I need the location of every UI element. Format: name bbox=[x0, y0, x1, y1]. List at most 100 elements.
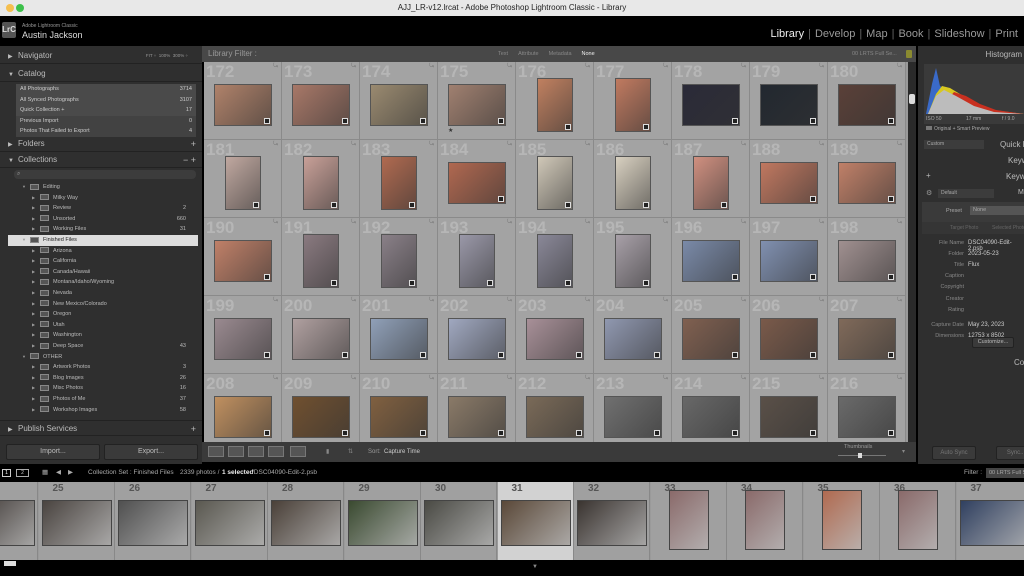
expand-triangle-icon[interactable]: ▶ bbox=[32, 330, 40, 341]
grid-cell[interactable]: 194 ⤿ bbox=[516, 218, 594, 296]
expand-triangle-icon[interactable]: ▶ bbox=[32, 299, 40, 310]
filmstrip-cell[interactable]: 35 bbox=[803, 482, 880, 560]
grid-cell[interactable]: 190 ⤿ bbox=[204, 218, 282, 296]
grid-cell[interactable]: 193 ⤿ bbox=[438, 218, 516, 296]
filmstrip-cell[interactable]: 33 bbox=[650, 482, 727, 560]
rotate-icon[interactable]: ⤿ bbox=[663, 219, 668, 226]
rotate-icon[interactable]: ⤿ bbox=[741, 297, 746, 304]
grid-cell[interactable]: 177 ⤿ bbox=[594, 62, 672, 140]
metadata-field-value[interactable]: Flux bbox=[968, 262, 979, 268]
grid-cell[interactable]: 181 ⤿ bbox=[204, 140, 282, 218]
catalog-item[interactable]: All Synced Photographs 3107 bbox=[16, 94, 196, 105]
thumbnail-size-slider[interactable] bbox=[838, 453, 886, 458]
edited-badge-icon[interactable] bbox=[420, 352, 426, 358]
grid-cell[interactable]: 203 ⤿ bbox=[516, 296, 594, 374]
grid-cell[interactable]: 208 ⤿ bbox=[204, 374, 282, 442]
edited-badge-icon[interactable] bbox=[264, 274, 270, 280]
collection-item[interactable]: ▶ Montana/Idaho/Wyoming bbox=[8, 277, 198, 288]
filmstrip-thumbnail[interactable] bbox=[500, 500, 571, 546]
edited-badge-icon[interactable] bbox=[732, 118, 738, 124]
rotate-icon[interactable]: ⤿ bbox=[585, 297, 590, 304]
metadata-settings-icon[interactable]: ⚙ bbox=[926, 189, 932, 197]
grid-cell[interactable]: 185 ⤿ bbox=[516, 140, 594, 218]
grid-cell[interactable]: 175 ⤿ ★ bbox=[438, 62, 516, 140]
grid-cell[interactable]: 206 ⤿ bbox=[750, 296, 828, 374]
rotate-icon[interactable]: ⤿ bbox=[819, 297, 824, 304]
spray-can-icon[interactable]: ▮ bbox=[326, 442, 329, 462]
rotate-icon[interactable]: ⤿ bbox=[741, 375, 746, 382]
edited-badge-icon[interactable] bbox=[654, 352, 660, 358]
grid-cell[interactable]: 212 ⤿ bbox=[516, 374, 594, 442]
rotate-icon[interactable]: ⤿ bbox=[507, 219, 512, 226]
edited-badge-icon[interactable] bbox=[498, 118, 504, 124]
expand-triangle-icon[interactable]: ▶ bbox=[32, 288, 40, 299]
filmstrip-thumbnail[interactable] bbox=[118, 500, 188, 546]
expand-triangle-icon[interactable]: ▶ bbox=[32, 277, 40, 288]
edited-badge-icon[interactable] bbox=[576, 430, 582, 436]
navigator-panel-header[interactable]: ▶ Navigator FIT ÷ 100% 300% ÷ bbox=[0, 48, 202, 64]
edited-badge-icon[interactable] bbox=[487, 280, 493, 286]
export-button[interactable]: Export... bbox=[104, 444, 198, 460]
edited-badge-icon[interactable] bbox=[643, 124, 649, 130]
catalog-item[interactable]: Photos That Failed to Export 4 bbox=[16, 126, 196, 137]
expand-triangle-icon[interactable]: ▶ bbox=[32, 224, 40, 235]
filter-option-metadata[interactable]: Metadata bbox=[549, 46, 572, 62]
lock-icon[interactable] bbox=[906, 50, 912, 58]
grid-cell[interactable]: 183 ⤿ bbox=[360, 140, 438, 218]
filmstrip-thumbnail[interactable] bbox=[347, 500, 418, 546]
grid-cell[interactable]: 176 ⤿ bbox=[516, 62, 594, 140]
rotate-icon[interactable]: ⤿ bbox=[351, 141, 356, 148]
module-develop[interactable]: Develop bbox=[815, 28, 855, 40]
filmstrip-cell[interactable]: 29 bbox=[344, 482, 421, 560]
rotate-icon[interactable]: ⤿ bbox=[819, 141, 824, 148]
grid-icon[interactable]: ▦ bbox=[42, 464, 48, 482]
metadata-panel-header[interactable]: Metadata bbox=[1018, 189, 1024, 196]
filmstrip-thumbnail[interactable] bbox=[0, 500, 35, 546]
metadata-field-value[interactable]: 2023-05-23 bbox=[968, 251, 999, 257]
grid-cell[interactable]: 173 ⤿ bbox=[282, 62, 360, 140]
toolbar-menu-icon[interactable]: ▾ bbox=[902, 442, 905, 462]
collection-item[interactable]: ▼ OTHER bbox=[8, 352, 198, 363]
module-map[interactable]: Map bbox=[866, 28, 887, 40]
edited-badge-icon[interactable] bbox=[264, 430, 270, 436]
edited-badge-icon[interactable] bbox=[420, 118, 426, 124]
collections-search-input[interactable]: ⌕ bbox=[14, 170, 196, 179]
forward-arrow-icon[interactable]: ▶ bbox=[68, 464, 73, 482]
filmstrip-thumbnail[interactable] bbox=[745, 490, 785, 550]
grid-cell[interactable]: 196 ⤿ bbox=[672, 218, 750, 296]
rotate-icon[interactable]: ⤿ bbox=[273, 141, 278, 148]
rotate-icon[interactable]: ⤿ bbox=[351, 219, 356, 226]
rotate-icon[interactable]: ⤿ bbox=[819, 375, 824, 382]
rotate-icon[interactable]: ⤿ bbox=[429, 375, 434, 382]
rotate-icon[interactable]: ⤿ bbox=[351, 297, 356, 304]
edited-badge-icon[interactable] bbox=[498, 352, 504, 358]
edited-badge-icon[interactable] bbox=[342, 430, 348, 436]
rotate-icon[interactable]: ⤿ bbox=[429, 63, 434, 70]
collection-item[interactable]: ▶ Utah bbox=[8, 320, 198, 331]
edited-badge-icon[interactable] bbox=[342, 118, 348, 124]
grid-cell[interactable]: 182 ⤿ bbox=[282, 140, 360, 218]
rotate-icon[interactable]: ⤿ bbox=[351, 63, 356, 70]
rotate-icon[interactable]: ⤿ bbox=[351, 375, 356, 382]
collection-item[interactable]: ▶ Deep Space 43 bbox=[8, 341, 198, 352]
histogram-panel-header[interactable]: Histogram bbox=[986, 50, 1022, 59]
collection-item[interactable]: ▶ Workshop Images 58 bbox=[8, 405, 198, 416]
grid-cell[interactable]: 209 ⤿ bbox=[282, 374, 360, 442]
filmstrip-cell[interactable]: 37 bbox=[956, 482, 1024, 560]
grid-cell[interactable]: 195 ⤿ bbox=[594, 218, 672, 296]
grid-cell[interactable]: 200 ⤿ bbox=[282, 296, 360, 374]
rotate-icon[interactable]: ⤿ bbox=[819, 219, 824, 226]
edited-badge-icon[interactable] bbox=[810, 196, 816, 202]
collection-item[interactable]: ▶ Working Files 31 bbox=[8, 224, 198, 235]
edited-badge-icon[interactable] bbox=[732, 352, 738, 358]
edited-badge-icon[interactable] bbox=[342, 352, 348, 358]
collection-item[interactable]: ▶ New Mexico/Colorado bbox=[8, 299, 198, 310]
collection-item[interactable]: ▶ Misc Photos 16 bbox=[8, 383, 198, 394]
rotate-icon[interactable]: ⤿ bbox=[897, 297, 902, 304]
rotate-icon[interactable]: ⤿ bbox=[585, 375, 590, 382]
grid-cell[interactable]: 216 ⤿ bbox=[828, 374, 906, 442]
edited-badge-icon[interactable] bbox=[331, 280, 337, 286]
target-photo-button[interactable]: Target Photo bbox=[950, 222, 978, 234]
rotate-icon[interactable]: ⤿ bbox=[585, 141, 590, 148]
collapse-filmstrip-icon[interactable]: ▼ bbox=[532, 564, 538, 570]
